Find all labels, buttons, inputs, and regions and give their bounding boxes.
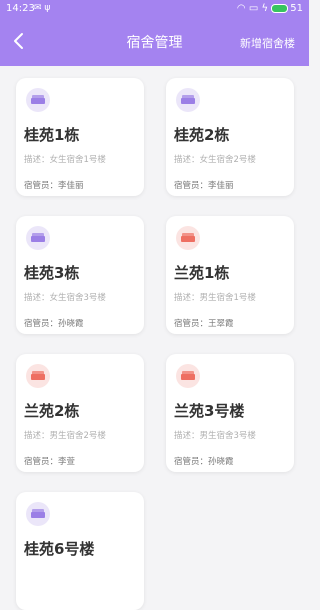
dorm-description: 描述：男生宿舍3号楼 — [174, 431, 256, 441]
bed-icon — [176, 364, 200, 388]
dorm-name: 兰苑2栋 — [24, 402, 80, 420]
dorm-manager: 宿管员：孙晓霞 — [24, 319, 84, 329]
dorm-name: 兰苑1栋 — [174, 264, 230, 282]
dorm-name: 桂苑3栋 — [24, 264, 80, 282]
battery-icon — [271, 3, 289, 13]
add-dorm-building-button[interactable]: 新增宿舍楼 — [240, 35, 295, 51]
screen-icon: ▭ — [248, 3, 259, 14]
dorm-card[interactable]: 桂苑3栋 描述：女生宿舍3号楼 宿管员：孙晓霞 — [16, 216, 144, 334]
dorm-description: 描述：女生宿舍2号楼 — [174, 155, 256, 165]
bed-icon — [26, 88, 50, 112]
notification-icons: ✉ ψ — [34, 3, 51, 13]
dorm-description: 描述：女生宿舍3号楼 — [24, 293, 106, 303]
wifi-icon: ◠ — [236, 3, 246, 14]
dorm-name: 桂苑1栋 — [24, 126, 80, 144]
dorm-manager: 宿管员：李佳丽 — [174, 181, 234, 191]
dorm-card[interactable]: 桂苑6号楼 — [16, 492, 144, 610]
bed-icon — [176, 226, 200, 250]
dorm-description: 描述：女生宿舍1号楼 — [24, 155, 106, 165]
dorm-card[interactable]: 桂苑2栋 描述：女生宿舍2号楼 宿管员：李佳丽 — [166, 78, 294, 196]
dorm-description: 描述：男生宿舍1号楼 — [174, 293, 256, 303]
status-time: 14:23 — [6, 3, 35, 14]
charging-icon: ϟ — [261, 3, 269, 14]
dorm-name: 桂苑6号楼 — [24, 540, 95, 558]
dorm-card[interactable]: 兰苑2栋 描述：男生宿舍2号楼 宿管员：李萱 — [16, 354, 144, 472]
dorm-manager: 宿管员：李佳丽 — [24, 181, 84, 191]
dorm-manager: 宿管员：孙晓霞 — [174, 457, 234, 467]
bed-icon — [26, 364, 50, 388]
bed-icon — [176, 88, 200, 112]
dorm-name: 桂苑2栋 — [174, 126, 230, 144]
dorm-name: 兰苑3号楼 — [174, 402, 245, 420]
dorm-card[interactable]: 兰苑1栋 描述：男生宿舍1号楼 宿管员：王翠霞 — [166, 216, 294, 334]
app-header: 宿舍管理 新增宿舍楼 — [0, 18, 309, 66]
status-bar: 14:23 ✉ ψ ◠ ▭ ϟ 51 — [0, 0, 309, 18]
dorm-card[interactable]: 兰苑3号楼 描述：男生宿舍3号楼 宿管员：孙晓霞 — [166, 354, 294, 472]
dorm-manager: 宿管员：李萱 — [24, 457, 76, 467]
dorm-grid: 桂苑1栋 描述：女生宿舍1号楼 宿管员：李佳丽 桂苑2栋 描述：女生宿舍2号楼 … — [0, 66, 309, 610]
battery-level: 51 — [290, 3, 303, 14]
dorm-description: 描述：男生宿舍2号楼 — [24, 431, 106, 441]
dorm-card[interactable]: 桂苑1栋 描述：女生宿舍1号楼 宿管员：李佳丽 — [16, 78, 144, 196]
bed-icon — [26, 226, 50, 250]
bed-icon — [26, 502, 50, 526]
dorm-manager: 宿管员：王翠霞 — [174, 319, 234, 329]
status-right: ◠ ▭ ϟ 51 — [237, 3, 303, 14]
